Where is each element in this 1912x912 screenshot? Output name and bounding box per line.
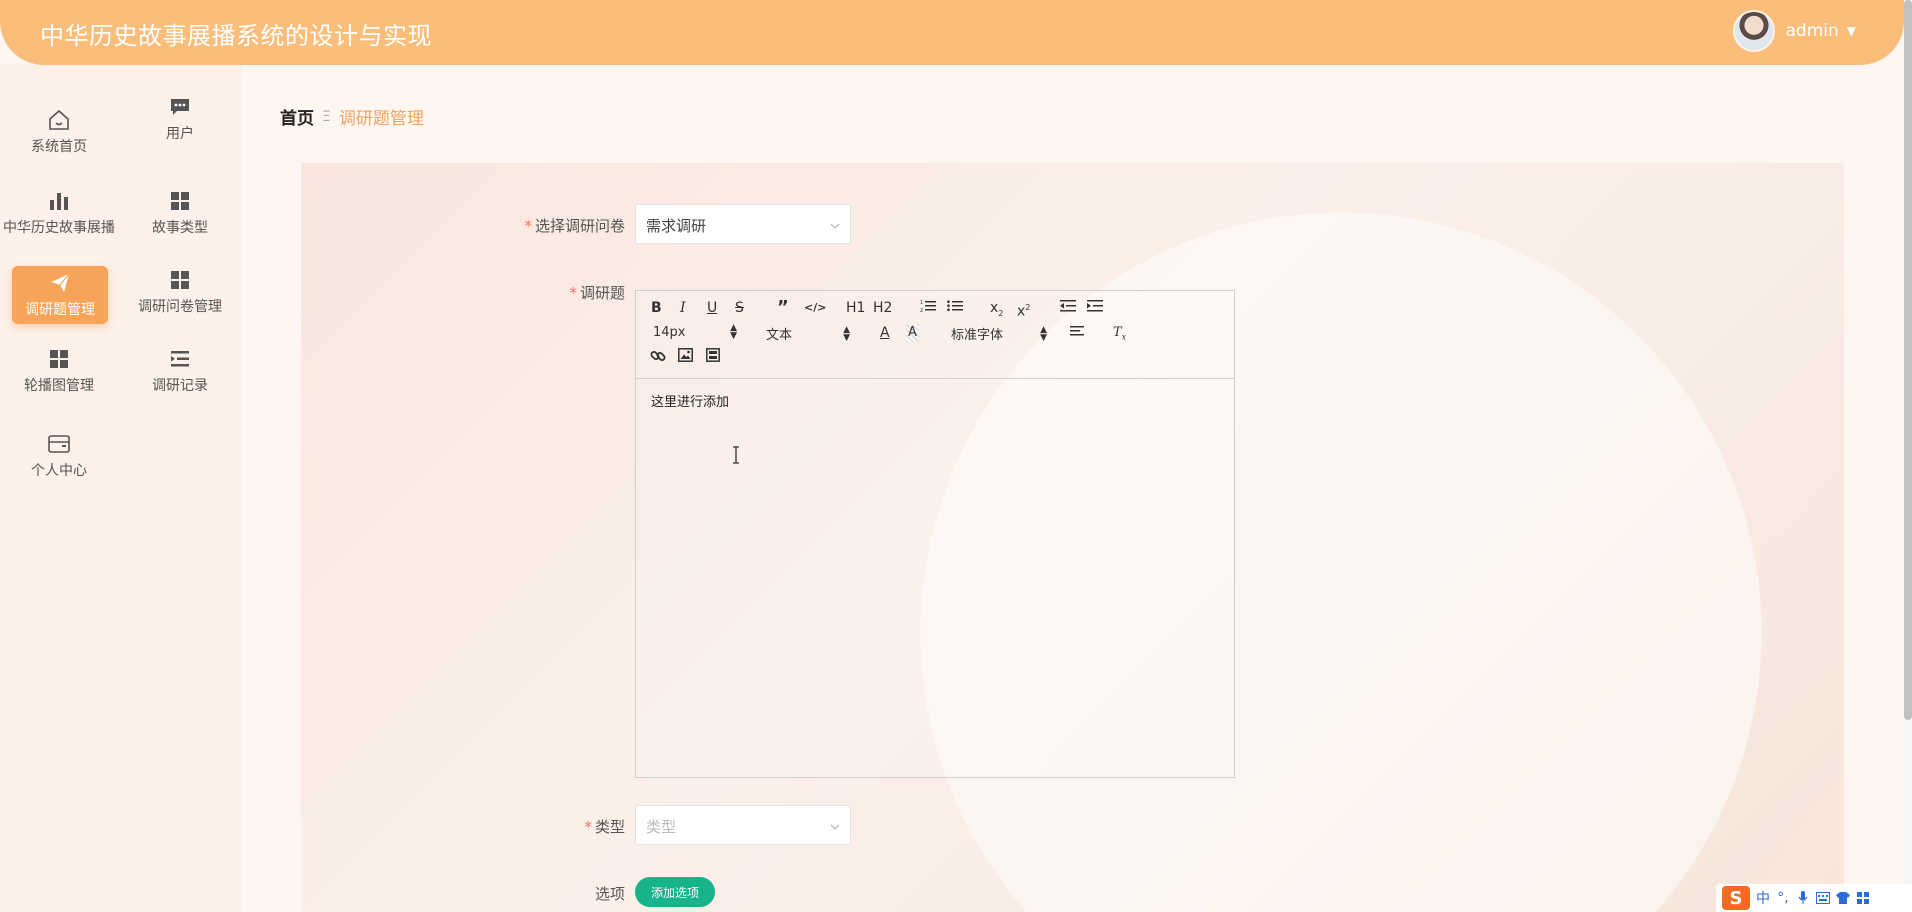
editor-toolbar: B I U S ” </> H1 H2 12 x2 x2 14px ▲ ▼ 文本 ▲ ▼…	[636, 291, 1234, 379]
sidebar-item-history-stories[interactable]: 中华历史故事展播	[3, 179, 115, 247]
bar-chart-icon	[47, 189, 71, 213]
font-color-icon[interactable]: A	[880, 324, 890, 342]
sidebar-item-label: 个人中心	[31, 463, 87, 479]
strikethrough-icon[interactable]: S	[735, 299, 744, 317]
chevron-down-icon[interactable]: ▼	[1847, 24, 1856, 38]
blockquote-icon[interactable]: ”	[777, 299, 789, 317]
superscript-icon[interactable]: x2	[1017, 299, 1030, 321]
svg-text:2: 2	[920, 308, 923, 313]
required-marker: *	[524, 217, 532, 235]
text-style-select[interactable]: 文本 ▲ ▼	[766, 324, 850, 343]
breadcrumb-home[interactable]: 首页	[280, 104, 314, 129]
type-label: * 类型	[584, 818, 625, 836]
indent-icon[interactable]	[1087, 299, 1103, 318]
code-icon[interactable]: </>	[804, 299, 826, 317]
sidebar-item-label: 轮播图管理	[24, 378, 94, 394]
sidebar-item-users[interactable]: 用户	[124, 85, 236, 153]
required-marker: *	[569, 284, 577, 302]
sidebar-item-survey-questions[interactable]: 调研题管理	[12, 266, 108, 324]
ime-toolbar: S 中 °,	[1716, 884, 1912, 912]
sidebar-item-label: 调研题管理	[25, 302, 95, 318]
grid-menu-icon[interactable]	[1856, 891, 1870, 905]
sidebar-item-label: 用户	[166, 126, 194, 142]
sogou-ime-logo[interactable]: S	[1722, 886, 1750, 910]
ime-mode-toggle[interactable]: 中	[1756, 888, 1770, 908]
updown-icon: ▲ ▼	[730, 323, 737, 341]
heading2-icon[interactable]: H2	[873, 299, 892, 317]
grid-icon	[168, 268, 192, 292]
microphone-icon[interactable]	[1796, 891, 1810, 905]
question-label: * 调研题	[569, 284, 625, 302]
type-select[interactable]: 类型	[635, 805, 851, 845]
breadcrumb: 首页 Ξ 调研题管理	[280, 104, 424, 130]
rich-text-editor[interactable]: B I U S ” </> H1 H2 12 x2 x2 14px ▲ ▼ 文本 ▲ ▼…	[635, 290, 1235, 778]
keyboard-icon[interactable]	[1816, 891, 1830, 905]
send-icon	[48, 271, 72, 295]
breadcrumb-separator: Ξ	[322, 108, 331, 125]
grid-icon	[47, 347, 71, 371]
sidebar-item-carousel[interactable]: 轮播图管理	[3, 337, 115, 405]
app-title: 中华历史故事展播系统的设计与实现	[40, 22, 432, 50]
underline-icon[interactable]: U	[707, 299, 717, 317]
home-icon	[47, 108, 71, 132]
scrollbar-thumb[interactable]	[1904, 0, 1912, 720]
sidebar-item-questionnaires[interactable]: 调研问卷管理	[124, 258, 236, 326]
ordered-list-icon[interactable]: 12	[920, 299, 936, 318]
bold-icon[interactable]: B	[651, 299, 662, 317]
breadcrumb-current: 调研题管理	[338, 109, 424, 129]
skin-icon[interactable]	[1836, 891, 1850, 905]
sidebar-item-label: 故事类型	[152, 220, 208, 236]
user-menu[interactable]: admin ▼	[1733, 10, 1856, 52]
font-size-select[interactable]: 14px ▲ ▼	[653, 323, 737, 341]
chat-icon	[168, 95, 192, 119]
align-left-icon[interactable]	[1070, 324, 1086, 344]
image-icon[interactable]	[678, 348, 693, 367]
sidebar-item-story-types[interactable]: 故事类型	[124, 179, 236, 247]
questionnaire-label: * 选择调研问卷	[524, 217, 625, 235]
top-header: 中华历史故事展播系统的设计与实现 admin ▼	[0, 0, 1904, 65]
updown-icon: ▲ ▼	[843, 324, 850, 343]
editor-content[interactable]: 这里进行添加	[651, 391, 729, 410]
questionnaire-select[interactable]: 需求调研	[635, 204, 851, 244]
questionnaire-value: 需求调研	[646, 217, 707, 235]
bullet-list-icon[interactable]	[947, 299, 963, 318]
chevron-down-icon	[830, 818, 840, 830]
sidebar-item-label: 中华历史故事展播	[3, 220, 115, 236]
italic-icon[interactable]: I	[680, 299, 686, 317]
link-icon[interactable]	[650, 348, 666, 369]
options-label: 选项	[594, 885, 625, 903]
avatar[interactable]	[1733, 10, 1776, 52]
username[interactable]: admin	[1785, 21, 1838, 41]
sidebar-item-survey-records[interactable]: 调研记录	[124, 337, 236, 405]
svg-text:1: 1	[920, 300, 923, 306]
video-icon[interactable]	[706, 348, 720, 367]
punctuation-icon[interactable]: °,	[1776, 890, 1790, 906]
text-cursor-icon	[731, 446, 741, 464]
required-marker: *	[584, 818, 592, 836]
clear-format-icon[interactable]: Tx	[1113, 324, 1126, 347]
page-scrollbar[interactable]	[1904, 0, 1912, 912]
add-option-button[interactable]: 添加选项	[635, 877, 715, 907]
sidebar-item-home[interactable]: 系统首页	[3, 98, 115, 166]
sidebar: 系统首页 用户 中华历史故事展播 故事类型 调研题管理 调研问卷管理 轮播图管理…	[0, 65, 242, 912]
chevron-down-icon	[830, 217, 840, 229]
font-family-select[interactable]: 标准字体 ▲ ▼	[951, 324, 1047, 343]
outdent-icon[interactable]	[1060, 299, 1076, 318]
sidebar-item-profile[interactable]: 个人中心	[3, 422, 115, 490]
type-placeholder: 类型	[646, 818, 677, 836]
list-indent-icon	[168, 347, 192, 371]
background-color-icon[interactable]: A	[906, 324, 919, 342]
sidebar-item-label: 调研问卷管理	[138, 299, 222, 315]
grid-icon	[168, 189, 192, 213]
sidebar-item-label: 系统首页	[31, 139, 87, 155]
heading1-icon[interactable]: H1	[846, 299, 865, 317]
subscript-icon[interactable]: x2	[990, 299, 1003, 323]
updown-icon: ▲ ▼	[1040, 324, 1047, 343]
wallet-icon	[47, 432, 71, 456]
sidebar-item-label: 调研记录	[152, 378, 208, 394]
